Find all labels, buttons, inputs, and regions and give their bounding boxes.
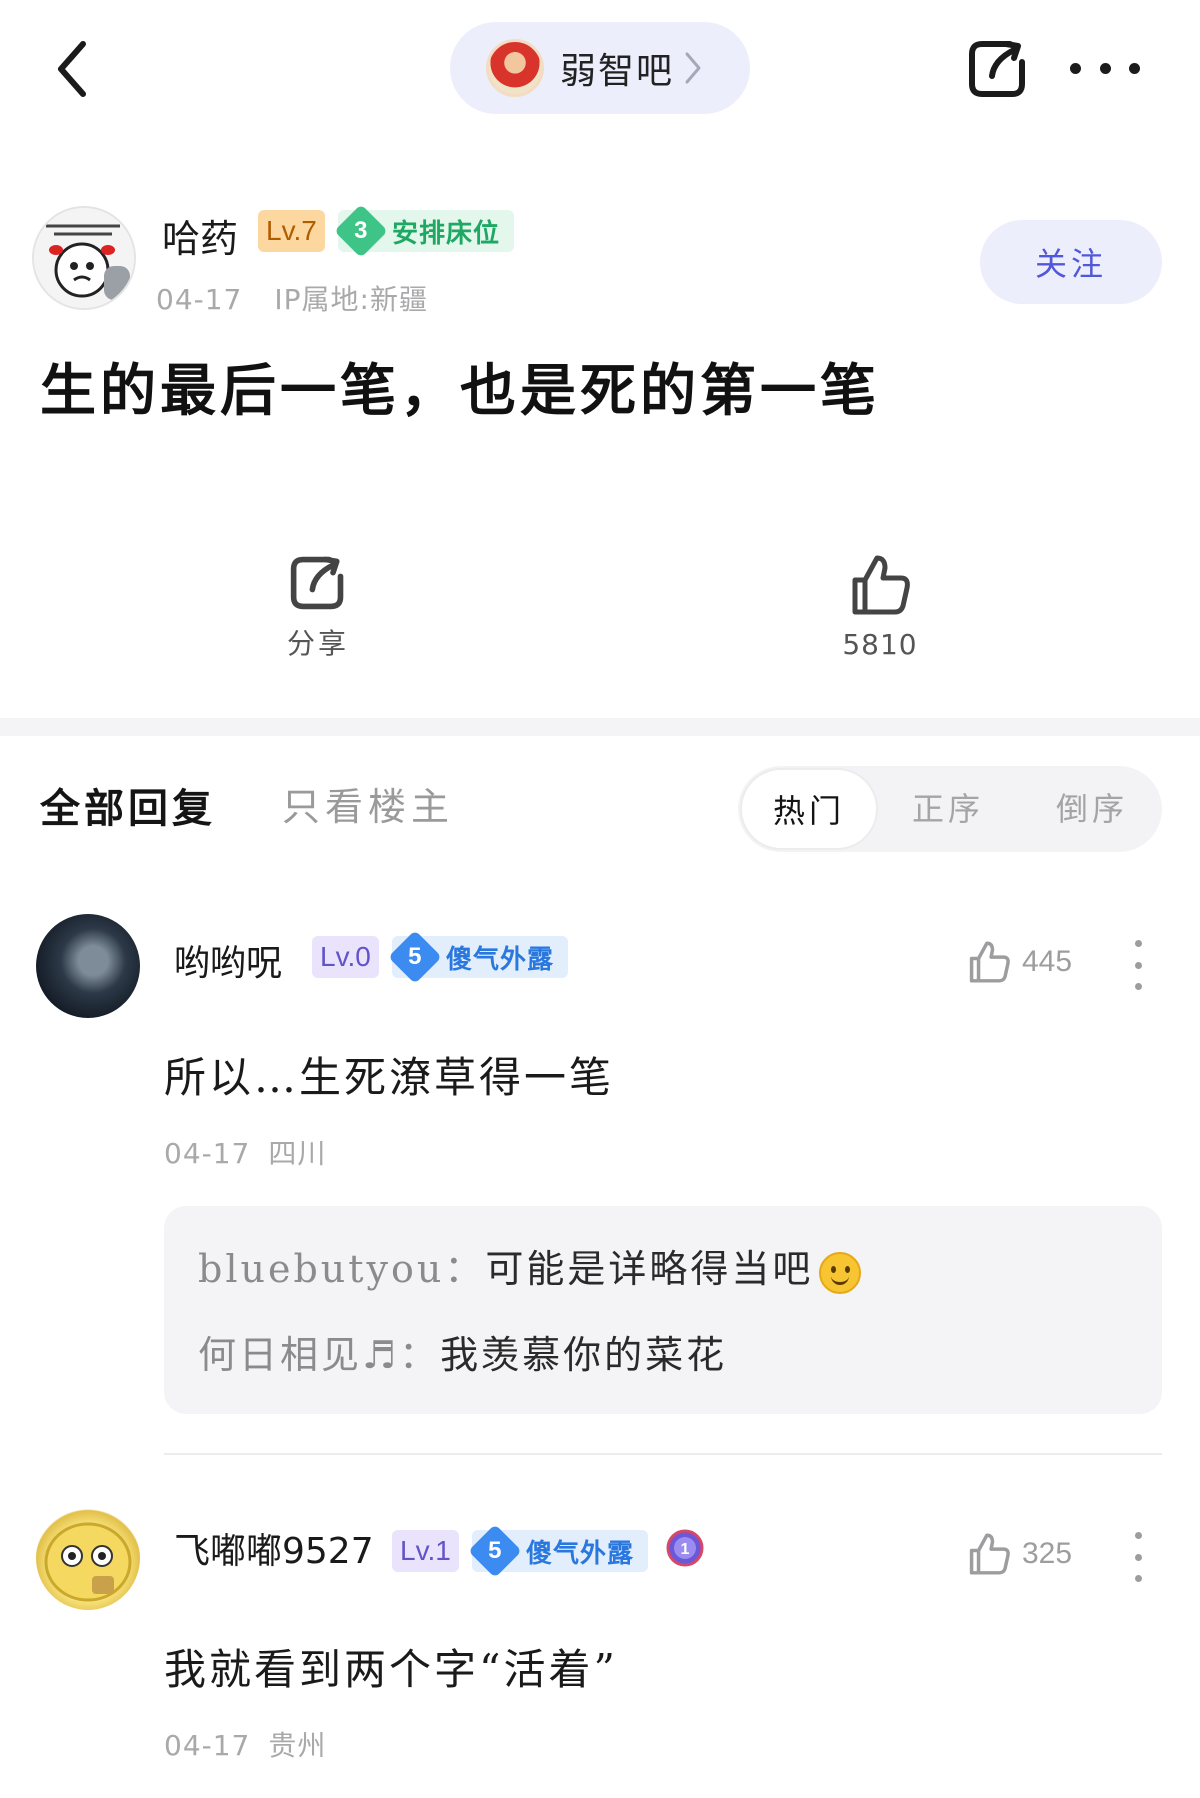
comment-avatar[interactable] — [36, 914, 140, 1018]
comment-text: 我就看到两个字“活着” — [164, 1645, 618, 1694]
sub-reply-text: 我羡慕你的菜花 — [440, 1333, 728, 1377]
comment-like-count: 445 — [1022, 945, 1073, 978]
comment-meta: 04-17 贵州 — [164, 1724, 326, 1764]
comment-location: 贵州 — [268, 1729, 327, 1762]
comment-title-tag: 5 傻气外露 — [468, 1524, 649, 1578]
comment-divider — [164, 1453, 1162, 1455]
sort-hot-button[interactable]: 热门 — [740, 768, 878, 850]
post-like-button[interactable]: 5810 — [780, 552, 980, 661]
author-title-text: 安排床位 — [392, 218, 501, 249]
forum-link[interactable]: 弱智吧 — [450, 22, 750, 114]
author-title-tag: 3 安排床位 — [334, 204, 515, 258]
top-bar: 弱智吧 — [0, 0, 1200, 140]
meme-avatar-image — [34, 208, 134, 308]
chevron-left-icon — [58, 41, 86, 97]
sub-reply-author[interactable]: bluebutyou： — [198, 1247, 485, 1291]
sub-reply-text: 可能是详略得当吧 — [485, 1247, 814, 1291]
back-button[interactable] — [46, 34, 98, 104]
medal-icon: 1 — [666, 1529, 704, 1567]
comment-title-text: 傻气外露 — [526, 1538, 635, 1569]
share-label: 分享 — [286, 627, 349, 660]
thumbs-up-icon — [969, 941, 1010, 983]
tab-op-only[interactable]: 只看楼主 — [282, 776, 454, 831]
tab-all-replies[interactable]: 全部回复 — [40, 776, 216, 834]
more-dots-icon — [1070, 62, 1081, 74]
medal-number: 1 — [681, 1541, 690, 1558]
comment-like-button[interactable]: 325 — [966, 1530, 1072, 1578]
sub-reply-author[interactable]: 何日相见♬： — [198, 1333, 440, 1377]
comment-location: 四川 — [268, 1137, 327, 1170]
sort-toggle: 热门 正序 倒序 — [738, 766, 1162, 852]
thumbs-up-icon — [969, 1533, 1010, 1575]
sub-reply[interactable]: bluebutyou：可能是详略得当吧 — [198, 1238, 862, 1294]
post-ip-location: IP属地:新疆 — [274, 283, 428, 316]
sort-descending-button[interactable]: 倒序 — [1056, 766, 1128, 852]
share-button[interactable] — [966, 36, 1030, 100]
share-icon — [969, 41, 1025, 97]
comment-author-name[interactable]: 飞嘟嘟9527 — [174, 1522, 374, 1574]
more-options-button[interactable] — [1070, 48, 1140, 88]
emoji-face-avatar — [44, 1522, 132, 1602]
comment-more-button[interactable] — [1128, 1532, 1148, 1582]
author-avatar[interactable] — [32, 206, 136, 310]
comment-author-name[interactable]: 哟哟呪 — [174, 934, 282, 986]
more-dots-icon — [1134, 940, 1142, 947]
tag-level-icon: 5 — [388, 930, 442, 984]
more-dots-icon — [1134, 1532, 1142, 1539]
comment-text: 所以…生死潦草得一笔 — [164, 1053, 615, 1102]
tag-level-icon: 3 — [334, 204, 388, 258]
thumbs-up-icon — [852, 555, 910, 615]
follow-button[interactable]: 关注 — [980, 220, 1162, 304]
comment-title-text: 傻气外露 — [446, 944, 555, 975]
post-date: 04-17 — [156, 283, 243, 316]
comment-meta: 04-17 四川 — [164, 1132, 326, 1172]
comment-date: 04-17 — [164, 1137, 251, 1170]
sub-reply[interactable]: 何日相见♬：我羡慕你的菜花 — [198, 1324, 727, 1379]
author-meta: 04-17 IP属地:新疆 — [156, 278, 428, 318]
sub-replies-box[interactable]: bluebutyou：可能是详略得当吧 何日相见♬：我羡慕你的菜花 — [164, 1206, 1162, 1414]
comment-level-badge: Lv.0 — [312, 936, 379, 978]
post-title: 生的最后一笔，也是死的第一笔 — [40, 358, 880, 424]
author-level-badge: Lv.7 — [258, 210, 325, 252]
comment-title-tag: 5 傻气外露 — [388, 930, 569, 984]
comment-like-count: 325 — [1022, 1537, 1073, 1570]
tag-level-icon: 5 — [468, 1524, 522, 1578]
share-icon — [290, 556, 344, 610]
comment-like-button[interactable]: 445 — [966, 938, 1072, 986]
comment-date: 04-17 — [164, 1729, 251, 1762]
sort-ascending-button[interactable]: 正序 — [912, 766, 984, 852]
comment-level-badge: Lv.1 — [392, 1530, 459, 1572]
comment-avatar[interactable] — [36, 1506, 140, 1610]
post-share-button[interactable]: 分享 — [218, 552, 418, 662]
like-count: 5810 — [842, 628, 918, 661]
author-name[interactable]: 哈药 — [162, 208, 238, 263]
chevron-right-icon — [685, 52, 701, 84]
forum-name: 弱智吧 — [560, 51, 675, 92]
comment-more-button[interactable] — [1128, 940, 1148, 990]
smile-emoji-icon — [819, 1251, 862, 1294]
forum-avatar — [486, 39, 544, 97]
section-divider — [0, 718, 1200, 736]
